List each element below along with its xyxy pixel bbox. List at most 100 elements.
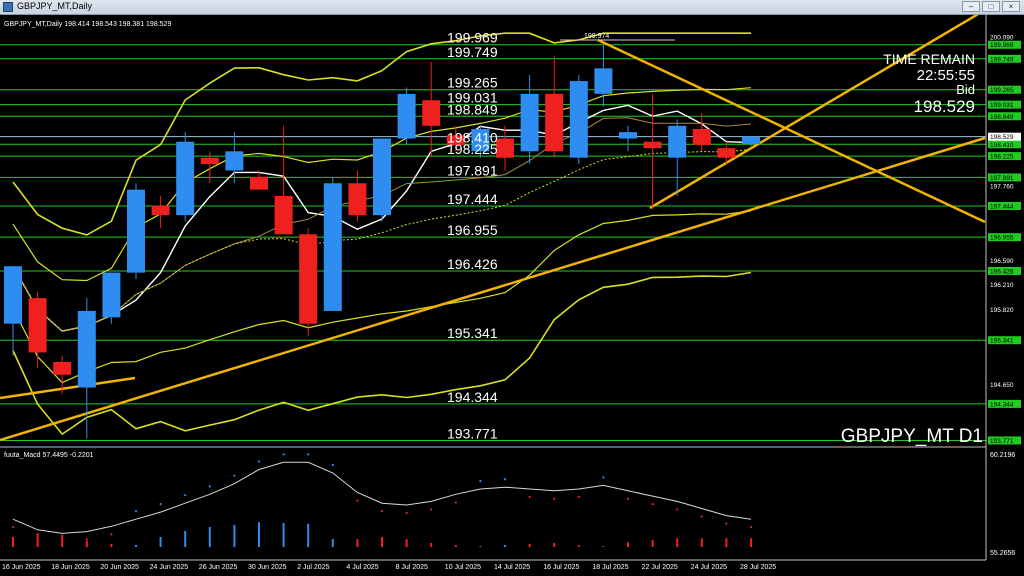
level-axis-tag-text: 197.891	[990, 175, 1014, 182]
bid-value: 198.529	[914, 97, 975, 116]
macd-signal-dot	[380, 510, 384, 513]
macd-signal-dot	[528, 495, 531, 499]
level-axis-tag-text: 195.341	[990, 338, 1014, 345]
macd-signal-dot	[257, 460, 261, 463]
minimize-button[interactable]: –	[962, 1, 980, 12]
date-label: 22 Jul 2025	[642, 564, 678, 571]
macd-signal-dot	[233, 474, 236, 477]
level-axis-tag-text: 194.344	[990, 401, 1014, 408]
macd-signal-dot	[626, 497, 630, 500]
date-label: 30 Jun 2025	[248, 564, 287, 571]
macd-signal-dot	[159, 502, 162, 506]
date-label: 14 Jul 2025	[494, 564, 530, 571]
level-label: 197.891	[447, 162, 498, 178]
symbol-watermark: GBPJPY_MT D1	[841, 426, 983, 447]
level-axis-tag-text: 198.410	[990, 142, 1014, 149]
candle-bear	[200, 157, 219, 165]
date-label: 8 Jul 2025	[396, 564, 428, 571]
candle-bear	[274, 196, 293, 235]
candle-bull	[569, 81, 588, 158]
info-panel: TIME REMAIN 22:55:55 Bid 198.529	[883, 51, 975, 116]
candle-bear	[545, 93, 564, 152]
macd-signal-dot	[577, 495, 580, 499]
level-axis-tag-text: 199.031	[990, 102, 1014, 109]
macd-signal-dot	[307, 453, 310, 456]
macd-signal-dot	[700, 515, 703, 518]
macd-signal-dot	[356, 499, 359, 502]
macd-panel[interactable]	[11, 453, 753, 547]
macd-signal-dot	[282, 453, 285, 456]
level-axis-tag-text: 197.444	[990, 203, 1014, 210]
price-chart[interactable]: 199.969 199.749 199.265 199.031 198.849 198.4…	[0, 15, 1024, 576]
level-axis-tag-text: 199.749	[990, 56, 1014, 63]
level-label: 199.265	[447, 75, 498, 91]
macd-signal-dot	[651, 502, 654, 506]
candle-bull	[176, 141, 195, 216]
level-label: 199.749	[447, 44, 498, 60]
price-tick-label: 195.820	[990, 307, 1014, 314]
level-labels: 199.969199.749199.265199.031198.849198.4…	[447, 30, 498, 442]
price-tick-label: 196.590	[990, 258, 1014, 265]
level-axis-tag-text: 196.426	[990, 268, 1014, 275]
candle-bull	[127, 189, 145, 273]
macd-signal-dot	[454, 501, 457, 504]
date-label: 16 Jun 2025	[2, 564, 41, 571]
close-button[interactable]: ×	[1002, 1, 1020, 12]
date-label: 24 Jun 2025	[150, 564, 189, 571]
date-label: 2 Jul 2025	[297, 564, 329, 571]
price-tick-label: 196.210	[990, 282, 1014, 289]
lower-band-line	[12, 271, 752, 436]
candle-bull	[225, 151, 244, 171]
trendline-short[interactable]	[0, 376, 136, 400]
price-tick-label: 200.090	[990, 35, 1014, 42]
level-label: 195.341	[447, 325, 498, 341]
level-axis-tag-text: 198.225	[990, 154, 1014, 161]
price-tick-label: 194.650	[990, 382, 1014, 389]
date-label: 16 Jul 2025	[543, 564, 579, 571]
candle-bull	[668, 125, 687, 158]
candle-bull	[102, 272, 121, 318]
macd-signal-dot	[553, 497, 556, 500]
candle-bull	[619, 132, 637, 139]
macd-scale-top: 60.2196	[990, 452, 1015, 459]
level-axis-tag-text: 199.969	[990, 42, 1014, 49]
macd-signal-dot	[331, 463, 334, 467]
window-titlebar: GBPJPY_MT,Daily – □ ×	[0, 0, 1024, 15]
date-label: 18 Jun 2025	[51, 564, 90, 571]
maximize-button[interactable]: □	[982, 1, 1000, 12]
macd-signal-dot	[405, 511, 408, 515]
candle-bull	[323, 183, 342, 311]
candle-bear	[717, 148, 736, 158]
candle-bull	[4, 266, 22, 324]
level-axis-tag-text: 198.849	[990, 114, 1014, 121]
level-label: 196.955	[447, 222, 498, 238]
chart-window-icon	[3, 2, 13, 12]
date-label: 4 Jul 2025	[346, 564, 378, 571]
candle-bear	[422, 100, 441, 126]
level-label: 198.849	[447, 101, 498, 117]
date-label: 10 Jul 2025	[445, 564, 481, 571]
level-label: 193.771	[447, 425, 498, 441]
candle-bear	[348, 183, 367, 216]
candle-bear	[151, 205, 170, 216]
date-label: 24 Jul 2025	[691, 564, 727, 571]
macd-signal-dot	[184, 494, 187, 497]
candle-bear	[496, 138, 514, 158]
band-lines	[12, 32, 752, 436]
level-axis-tag-text: 193.771	[990, 438, 1014, 445]
macd-signal-dot	[676, 508, 679, 511]
macd-signal-dot	[134, 510, 138, 513]
candle-bear	[28, 298, 47, 353]
candle-bull	[594, 68, 613, 94]
macd-signal-dot	[61, 540, 64, 543]
level-axis-tag-text: 196.955	[990, 235, 1014, 242]
lower-inner-band-line	[12, 210, 752, 384]
date-axis-labels: 16 Jun 2025 18 Jun 2025 20 Jun 2025 24 Jun …	[2, 564, 776, 571]
macd-signal-dot	[11, 526, 15, 529]
macd-signal-dot	[725, 522, 728, 525]
level-label: 198.225	[447, 141, 498, 157]
level-axis-tag-text: 199.265	[990, 87, 1014, 94]
candle-bull	[397, 93, 416, 139]
macd-signal-dot	[430, 508, 433, 511]
candle-bear	[250, 176, 268, 190]
